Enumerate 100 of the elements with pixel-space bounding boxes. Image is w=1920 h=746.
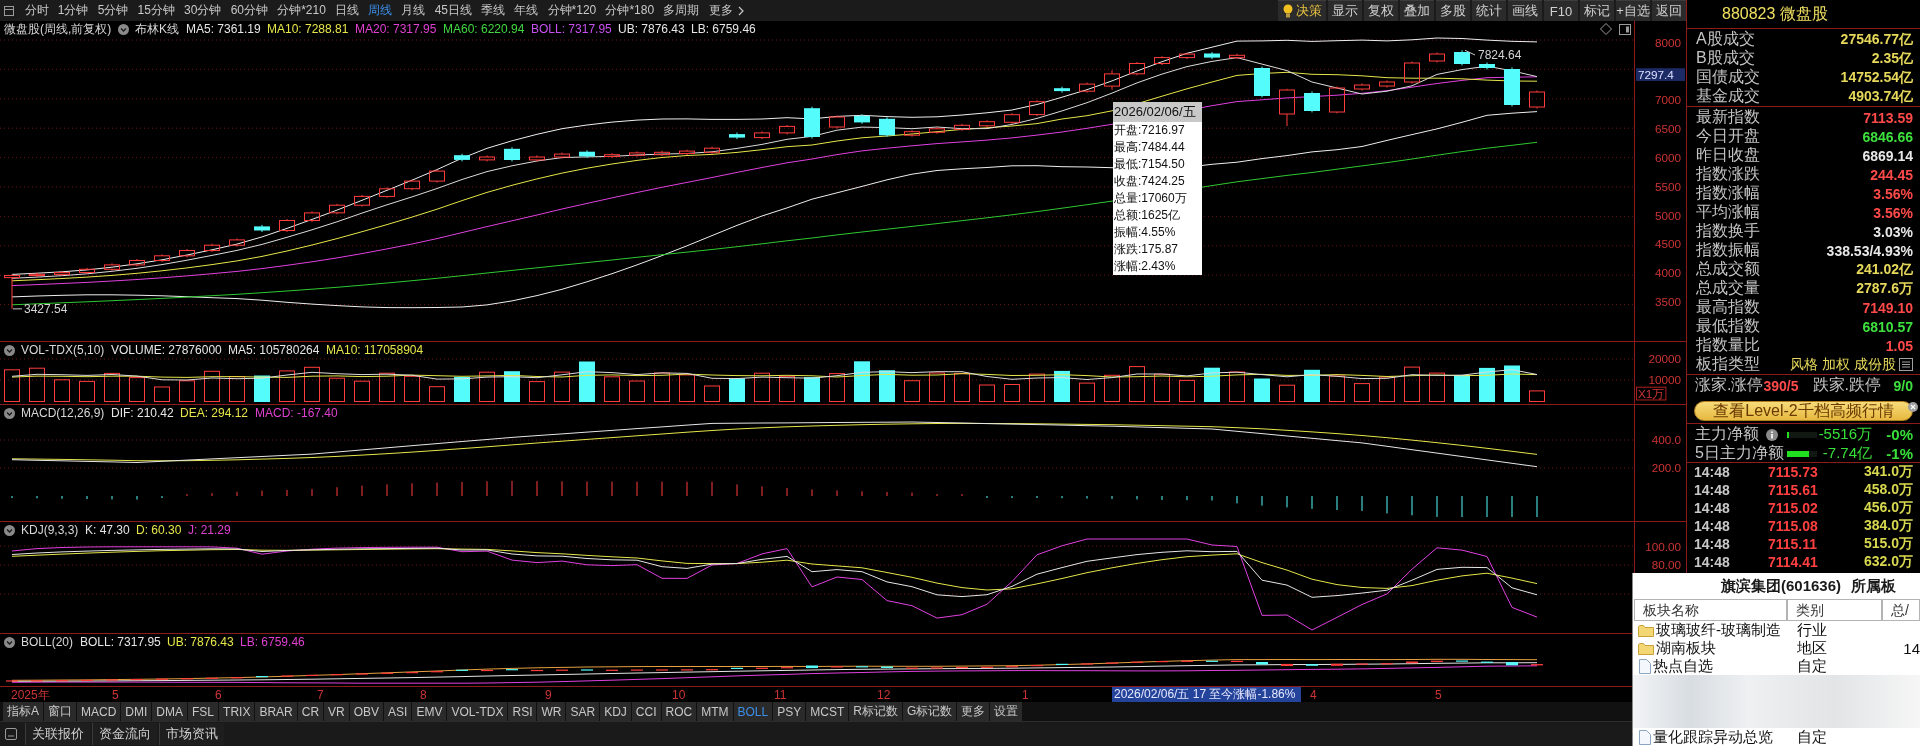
period-tab[interactable]: 分钟*180: [600, 0, 659, 21]
indicator-tab[interactable]: DMI: [121, 702, 152, 721]
sector-name[interactable]: 量化跟踪异动总览: [1653, 728, 1773, 746]
toolbar-button[interactable]: 叠加: [1400, 0, 1434, 21]
period-tab[interactable]: 5分钟: [93, 0, 133, 21]
panel-icon[interactable]: [5, 728, 17, 740]
indicator-tab[interactable]: FSL: [188, 702, 219, 721]
period-tab[interactable]: 60分钟: [226, 0, 273, 21]
rising-volume-bar: [204, 370, 220, 402]
indicator-tab[interactable]: OBV: [349, 702, 384, 721]
rising-volume-bar: [654, 372, 670, 402]
rising-volume-bar: [829, 373, 845, 402]
info-icon[interactable]: [1766, 428, 1778, 441]
period-tab[interactable]: 分时: [20, 0, 54, 21]
indicator-name: VOL-TDX(5,10): [21, 342, 105, 358]
chevron-down-icon[interactable]: [4, 636, 15, 648]
indicator-tab[interactable]: CCI: [631, 702, 661, 721]
falling-price-bar: [1256, 662, 1268, 665]
indicator-tab[interactable]: VR: [324, 702, 349, 721]
sector-name[interactable]: 玻璃玻纤-玻璃制造: [1656, 621, 1781, 639]
toolbar-button[interactable]: 统计: [1472, 0, 1506, 21]
rising-price-bar: [531, 669, 543, 672]
indicator-tab[interactable]: CR: [297, 702, 324, 721]
period-tab[interactable]: 15分钟: [132, 0, 180, 21]
toolbar-button[interactable]: 画线: [1508, 0, 1542, 21]
indicator-tab[interactable]: SAR: [566, 702, 600, 721]
quote-title: 880823 微盘股: [1687, 0, 1920, 29]
column-header[interactable]: 类别: [1787, 599, 1882, 621]
period-tab[interactable]: 30分钟: [179, 0, 227, 21]
toolbar-button[interactable]: 显示: [1328, 0, 1362, 21]
toolbar-button[interactable]: 标记: [1580, 0, 1614, 21]
stat-value: 3.56%: [1873, 204, 1913, 221]
period-tab[interactable]: 分钟*120: [542, 0, 601, 21]
toolbar-button[interactable]: 返回: [1652, 0, 1686, 21]
chevron-down-icon[interactable]: [4, 407, 15, 419]
period-tab[interactable]: 年线: [509, 0, 543, 21]
bottom-tab[interactable]: 关联报价: [25, 723, 90, 745]
rising-candle: [1079, 82, 1095, 94]
period-tab[interactable]: 1分钟: [53, 0, 94, 21]
chevron-down-icon[interactable]: [118, 23, 129, 35]
indicator-value: UB: 7876.43: [618, 21, 685, 37]
indicator-tab[interactable]: MCST: [806, 702, 849, 721]
axis-label: 4000: [1654, 266, 1682, 280]
falling-candle: [254, 224, 270, 233]
indicator-tab[interactable]: TRIX: [219, 702, 255, 721]
indicator-tab[interactable]: BOLL: [733, 702, 773, 721]
more-button[interactable]: 更多: [703, 0, 749, 21]
period-tab[interactable]: 45日线: [430, 0, 477, 21]
indicator-tab[interactable]: VOL-TDX: [447, 702, 508, 721]
toolbar-button[interactable]: 多股: [1436, 0, 1470, 21]
indicator-tab[interactable]: 指标A: [3, 702, 43, 721]
indicator-tab[interactable]: MACD: [77, 702, 121, 721]
window-icon[interactable]: [4, 5, 14, 16]
period-tab[interactable]: 多周期: [658, 0, 704, 21]
indicator-tab[interactable]: DMA: [152, 702, 188, 721]
split-square-icon[interactable]: [1619, 23, 1631, 35]
stat-value: 3.56%: [1873, 185, 1913, 202]
level2-button[interactable]: 查看Level-2千档高频行情: [1694, 401, 1913, 421]
indicator-tab[interactable]: 窗口: [44, 702, 76, 721]
period-tab[interactable]: 周线: [363, 0, 397, 21]
indicator-tab[interactable]: 更多: [957, 702, 990, 721]
chevron-down-icon[interactable]: [4, 344, 15, 356]
indicator-tab[interactable]: BRAR: [255, 702, 297, 721]
sector-name[interactable]: 湖南板块: [1656, 639, 1716, 657]
toolbar-button[interactable]: 复权: [1364, 0, 1398, 21]
period-tab[interactable]: 季线: [476, 0, 510, 21]
toolbar-button[interactable]: F10: [1544, 0, 1578, 21]
tick-time: 14:48: [1694, 554, 1731, 570]
indicator-value: D: 60.30: [136, 522, 182, 538]
indicator-tab[interactable]: WR: [537, 702, 566, 721]
bottom-tab[interactable]: 市场资讯: [159, 723, 224, 745]
indicator-tab[interactable]: R标记数: [849, 702, 902, 721]
indicator-tab[interactable]: 设置: [990, 702, 1023, 721]
column-header[interactable]: 板块名称: [1634, 599, 1787, 621]
period-tab[interactable]: 月线: [396, 0, 431, 21]
sector-name[interactable]: 热点自选: [1653, 657, 1713, 675]
rising-volume-bar: [979, 384, 995, 402]
chevron-down-icon[interactable]: [4, 524, 15, 536]
indicator-value: MA20: 7317.95: [355, 21, 437, 37]
rising-candle: [904, 129, 920, 138]
indicator-tab[interactable]: ASI: [384, 702, 412, 721]
column-header[interactable]: 总/: [1882, 599, 1920, 621]
indicator-tab[interactable]: KDJ: [600, 702, 631, 721]
close-icon[interactable]: [1908, 402, 1918, 412]
indicator-tab[interactable]: RSI: [508, 702, 537, 721]
list-icon[interactable]: [1899, 358, 1913, 371]
indicator-tab[interactable]: MTM: [697, 702, 733, 721]
period-tab[interactable]: 分钟*210: [272, 0, 331, 21]
stat-label: 最高指数: [1696, 297, 1760, 317]
indicator-tab[interactable]: EMV: [412, 702, 447, 721]
period-tab[interactable]: 日线: [330, 0, 364, 21]
rising-candle: [929, 126, 945, 135]
decision-button[interactable]: 决策: [1278, 0, 1326, 21]
indicator-tab[interactable]: G标记数: [902, 702, 957, 721]
tick-volume: 458.0万: [1863, 481, 1913, 499]
rising-volume-bar: [54, 379, 70, 402]
indicator-tab[interactable]: ROC: [661, 702, 697, 721]
indicator-tab[interactable]: PSY: [773, 702, 806, 721]
toolbar-button[interactable]: +自选: [1616, 0, 1650, 21]
bottom-tab[interactable]: 资金流向: [92, 723, 157, 745]
